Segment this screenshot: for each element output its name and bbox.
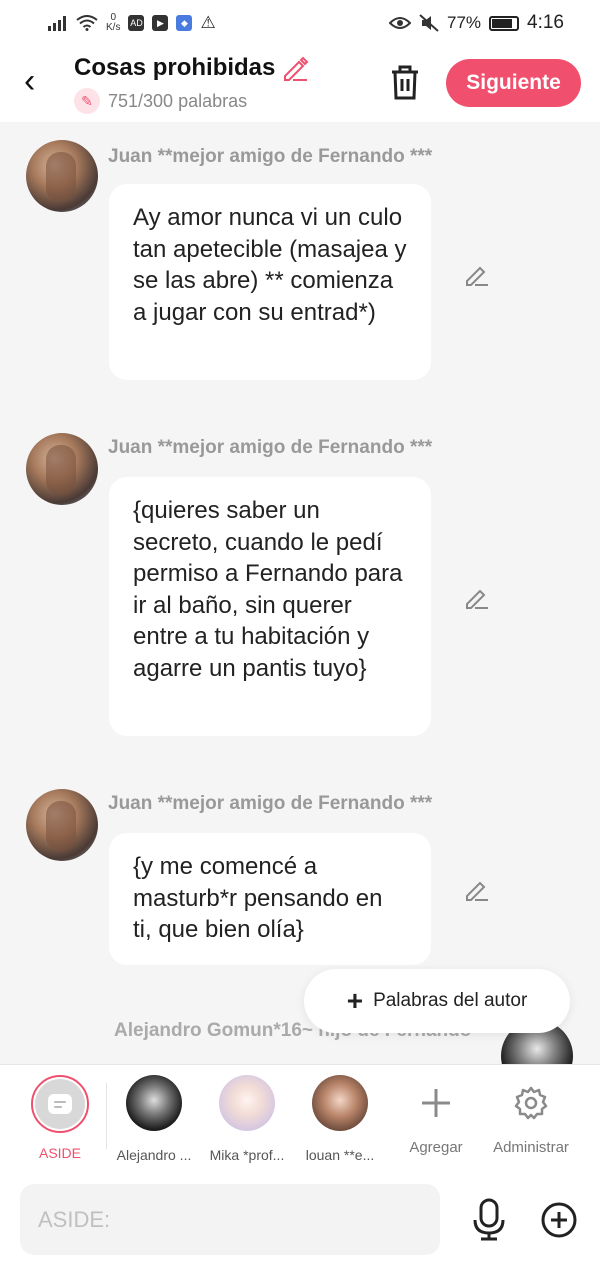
add-circle-icon[interactable] [540,1201,578,1239]
back-arrow-icon[interactable]: ‹ [24,64,35,98]
speaker-name: Juan **mejor amigo de Fernando *** [108,146,433,167]
ad-icon: AD [128,15,145,31]
character-label: ASIDE [38,1145,81,1161]
character-aside[interactable]: ASIDE [14,1075,106,1161]
word-count-row: ✎ 751/300 palabras [74,88,309,114]
aside-avatar-inner [35,1079,85,1129]
play-icon: ▶ [152,15,169,31]
author-words-label: Palabras del autor [373,990,528,1011]
net-speed-unit: K/s [106,22,121,33]
gear-icon [476,1075,586,1131]
avatar[interactable] [26,789,98,861]
chat-bubble-icon [48,1094,72,1114]
story-title-row: Cosas prohibidas [74,54,309,82]
character-label: Alejandro ... [116,1147,192,1163]
battery-percent: 77% [446,13,482,32]
manage-button[interactable]: Administrar [476,1075,586,1156]
message-bubble[interactable]: {y me comencé a masturb*r pensando en ti… [109,833,431,965]
add-label: Agregar [409,1139,463,1156]
eye-icon [388,17,411,29]
avatar [312,1075,368,1131]
status-bar: 0 K/s AD ▶ ◆ ⚠ 77% 4:16 [0,0,600,46]
author-words-button[interactable]: + Palabras del autor [304,969,570,1033]
message-bubble[interactable]: Ay amor nunca vi un culo tan apetecible … [109,184,431,380]
clock: 4:16 [527,12,564,33]
speaker-name: Juan **mejor amigo de Fernando *** [108,793,433,814]
word-count: 751/300 palabras [108,90,248,111]
avatar [126,1075,182,1131]
next-button[interactable]: Siguiente [446,59,581,107]
edit-message-pencil-icon[interactable] [464,262,490,288]
avatar[interactable] [26,140,98,212]
trash-icon[interactable] [386,62,424,102]
character-bar: ASIDE Alejandro ... Mika *prof... louan … [0,1064,600,1172]
plus-icon: + [346,985,364,1016]
shield-icon: ◆ [176,15,193,31]
input-bar [0,1172,600,1267]
message-bubble[interactable]: {quieres saber un secreto, cuando le ped… [109,477,431,736]
status-right: 77% 4:16 [388,12,564,34]
mute-icon [419,14,439,32]
edit-title-pencil-icon[interactable] [281,54,309,82]
signal-icon [48,16,66,31]
avatar[interactable] [26,433,98,505]
title-block: Cosas prohibidas ✎ 751/300 palabras [74,54,309,114]
character-mika[interactable]: Mika *prof... [201,1075,293,1163]
net-speed: 0 K/s [106,13,120,33]
aside-avatar [31,1075,89,1133]
status-left: 0 K/s AD ▶ ◆ ⚠ [48,13,216,33]
warning-icon: ⚠ [200,13,216,32]
character-louan[interactable]: louan **e... [294,1075,386,1163]
battery-icon [489,15,520,31]
pencil-badge-icon: ✎ [74,88,100,114]
character-label: louan **e... [305,1147,375,1163]
header: ‹ Cosas prohibidas ✎ 751/300 palabras Si… [0,46,600,122]
speaker-name: Juan **mejor amigo de Fernando *** [108,437,433,458]
manage-label: Administrar [493,1139,569,1156]
microphone-icon[interactable] [470,1198,508,1242]
avatar [219,1075,275,1131]
character-alejandro[interactable]: Alejandro ... [108,1075,200,1163]
edit-message-pencil-icon[interactable] [464,585,490,611]
plus-icon [381,1075,491,1131]
character-label: Mika *prof... [209,1147,285,1163]
story-title: Cosas prohibidas [74,54,276,81]
chat-area[interactable]: Juan **mejor amigo de Fernando *** Ay am… [0,122,600,1064]
aside-input[interactable] [20,1184,440,1255]
edit-message-pencil-icon[interactable] [464,877,490,903]
add-character-button[interactable]: Agregar [381,1075,491,1156]
divider [106,1083,107,1149]
wifi-icon [76,15,98,31]
